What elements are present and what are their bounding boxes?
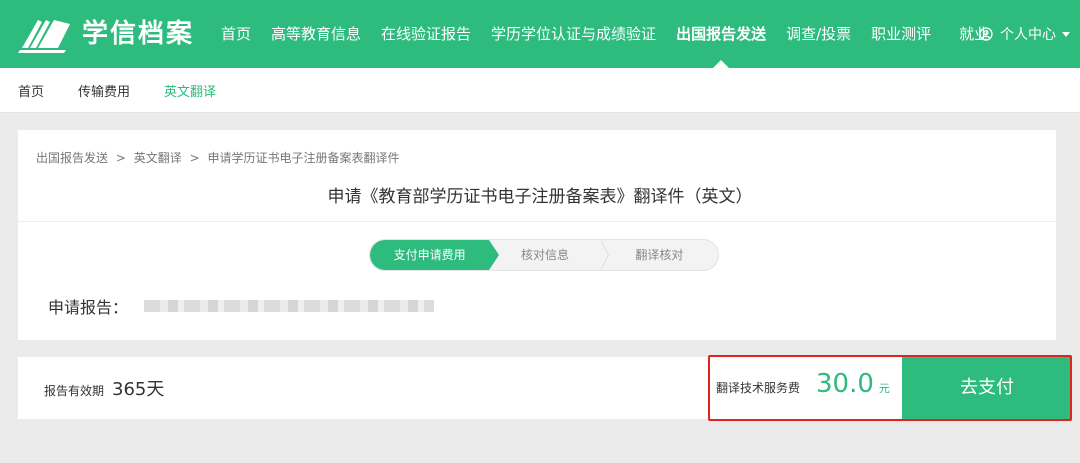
report-validity: 报告有效期 365天 bbox=[44, 375, 164, 401]
step-check-info: 核对信息 bbox=[489, 240, 610, 270]
subnav-item-english-translation[interactable]: 英文翻译 bbox=[164, 81, 216, 100]
highlight-box bbox=[708, 355, 1072, 421]
step-translation-check: 翻译核对 bbox=[635, 248, 684, 262]
logo-text: 学信档案 bbox=[82, 19, 195, 49]
redacted-report-name bbox=[144, 300, 435, 312]
breadcrumb-item-english-translation[interactable]: 英文翻译 bbox=[134, 151, 182, 165]
validity-value: 365天 bbox=[112, 379, 165, 400]
breadcrumb: 出国报告发送 > 英文翻译 > 申请学历证书电子注册备案表翻译件 bbox=[36, 149, 403, 166]
breadcrumb-item-current: 申请学历证书电子注册备案表翻译件 bbox=[207, 151, 400, 165]
nav-item-overseas-report-sending[interactable]: 出国报告发送 bbox=[666, 0, 776, 68]
user-center-menu[interactable]: 个人中心 bbox=[979, 0, 1070, 68]
nav-item-survey-vote[interactable]: 调查/投票 bbox=[776, 0, 861, 68]
nav-item-higher-education-info[interactable]: 高等教育信息 bbox=[261, 0, 371, 68]
breadcrumb-separator: > bbox=[115, 151, 126, 165]
page-title: 申请《教育部学历证书电子注册备案表》翻译件（英文） bbox=[327, 187, 753, 207]
progress-steps: 支付申请费用 核对信息 翻译核对 bbox=[369, 239, 719, 271]
main-nav: 首页 高等教育信息 在线验证报告 学历学位认证与成绩验证 出国报告发送 调查/投… bbox=[211, 0, 999, 68]
nav-item-career-assessment[interactable]: 职业测评 bbox=[861, 0, 941, 68]
application-card: 出国报告发送 > 英文翻译 > 申请学历证书电子注册备案表翻译件 申请《教育部学… bbox=[18, 130, 1056, 340]
user-center-label: 个人中心 bbox=[1000, 27, 1056, 43]
book-logo-icon bbox=[18, 20, 70, 53]
divider bbox=[18, 221, 1056, 222]
nav-item-degree-certification[interactable]: 学历学位认证与成绩验证 bbox=[481, 0, 666, 68]
payment-bar: 报告有效期 365天 翻译技术服务费 30.0 元 去支付 bbox=[18, 355, 1072, 421]
user-icon bbox=[979, 27, 993, 41]
report-label: 申请报告： bbox=[48, 298, 129, 317]
top-navbar: 学信档案 首页 高等教育信息 在线验证报告 学历学位认证与成绩验证 出国报告发送… bbox=[0, 0, 1080, 68]
report-row: 申请报告： bbox=[48, 294, 435, 318]
nav-item-home[interactable]: 首页 bbox=[211, 0, 261, 68]
sub-navbar: 首页 传输费用 英文翻译 bbox=[0, 68, 1080, 113]
subnav-item-transfer-fee[interactable]: 传输费用 bbox=[78, 81, 130, 100]
validity-label: 报告有效期 bbox=[44, 384, 105, 398]
logo[interactable]: 学信档案 bbox=[16, 14, 194, 54]
nav-item-online-verification-report[interactable]: 在线验证报告 bbox=[371, 0, 481, 68]
breadcrumb-item-overseas-report[interactable]: 出国报告发送 bbox=[36, 151, 108, 165]
step-pay-fee: 支付申请费用 bbox=[370, 240, 500, 270]
chevron-down-icon bbox=[1062, 31, 1070, 37]
breadcrumb-separator: > bbox=[189, 151, 200, 165]
subnav-item-home[interactable]: 首页 bbox=[18, 81, 44, 100]
